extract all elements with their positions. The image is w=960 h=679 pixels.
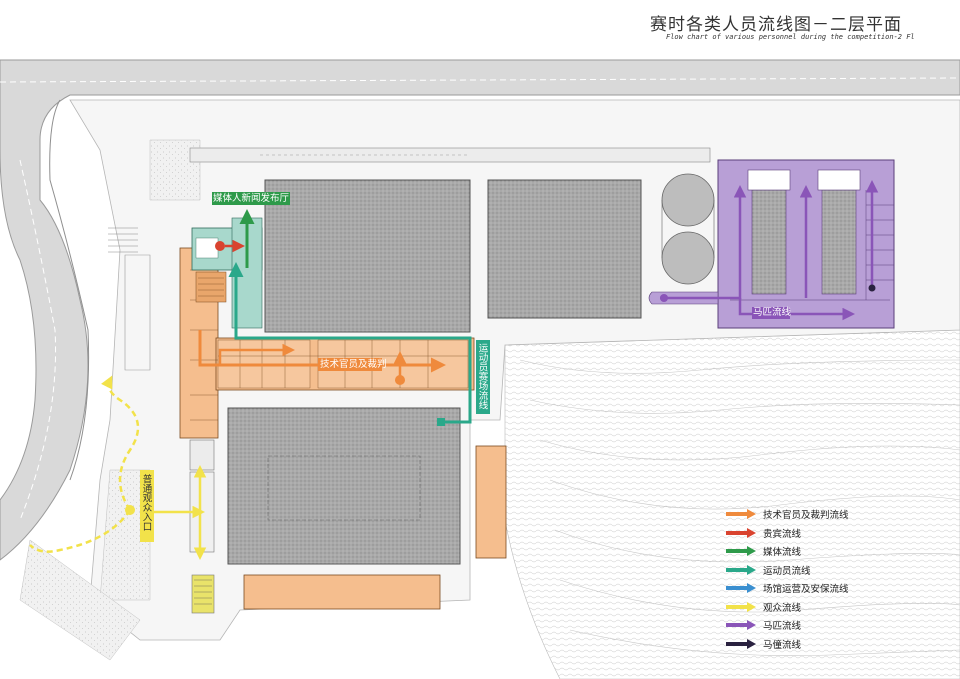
tank-south (661, 231, 715, 285)
south-stand (243, 574, 441, 610)
title-en: Flow chart of various personnel during t… (666, 33, 915, 41)
legend-label: 观众流线 (763, 602, 802, 614)
legend-item-media: 媒体流线 (725, 542, 925, 561)
label-horse: 马匹流线 (753, 307, 792, 318)
warmup-hall (487, 179, 642, 319)
legend-item-vip: 贵宾流线 (725, 524, 925, 543)
main-arena (227, 407, 461, 565)
legend-label: 场馆运营及安保流线 (763, 584, 849, 596)
legend-swatch-media (726, 546, 756, 557)
legend-swatch-athlete (726, 564, 756, 575)
legend-swatch-vip (726, 527, 756, 538)
east-annex (475, 445, 507, 559)
legend-swatch-spectator (726, 601, 756, 612)
legend-label: 技术官员及裁判流线 (763, 510, 849, 522)
legend-label: 马僮流线 (763, 639, 802, 651)
label-tech: 技术官员及裁判 (320, 359, 387, 370)
title-zh: 赛时各类人员流线图－二层平面 (650, 15, 902, 35)
legend-item-operations: 场馆运营及安保流线 (725, 579, 925, 598)
legend-label: 马匹流线 (763, 621, 802, 633)
legend-label: 贵宾流线 (763, 528, 802, 540)
legend-label: 运动员流线 (763, 565, 811, 577)
label-spectator: 普通观众入口 (140, 474, 152, 531)
legend-item-spectator: 观众流线 (725, 598, 925, 617)
legend-item-groom: 马僮流线 (725, 635, 925, 654)
legend-swatch-horse (726, 620, 756, 631)
label-athlete: 运动员赛场流线 (476, 343, 488, 410)
legend-label: 媒体流线 (763, 547, 802, 559)
legend: 技术官员及裁判流线 贵宾流线 媒体流线 运动员流线 场馆运营及安保流线 观众流线… (725, 505, 925, 653)
legend-item-tech: 技术官员及裁判流线 (725, 505, 925, 524)
tank-north (661, 173, 715, 227)
main-hall-north (264, 179, 471, 333)
legend-swatch-operations (726, 583, 756, 594)
legend-swatch-tech (726, 509, 756, 520)
legend-item-horse: 马匹流线 (725, 616, 925, 635)
label-media: 媒体人新闻发布厅 (213, 193, 290, 204)
legend-swatch-groom (726, 638, 756, 649)
legend-item-athlete: 运动员流线 (725, 561, 925, 580)
